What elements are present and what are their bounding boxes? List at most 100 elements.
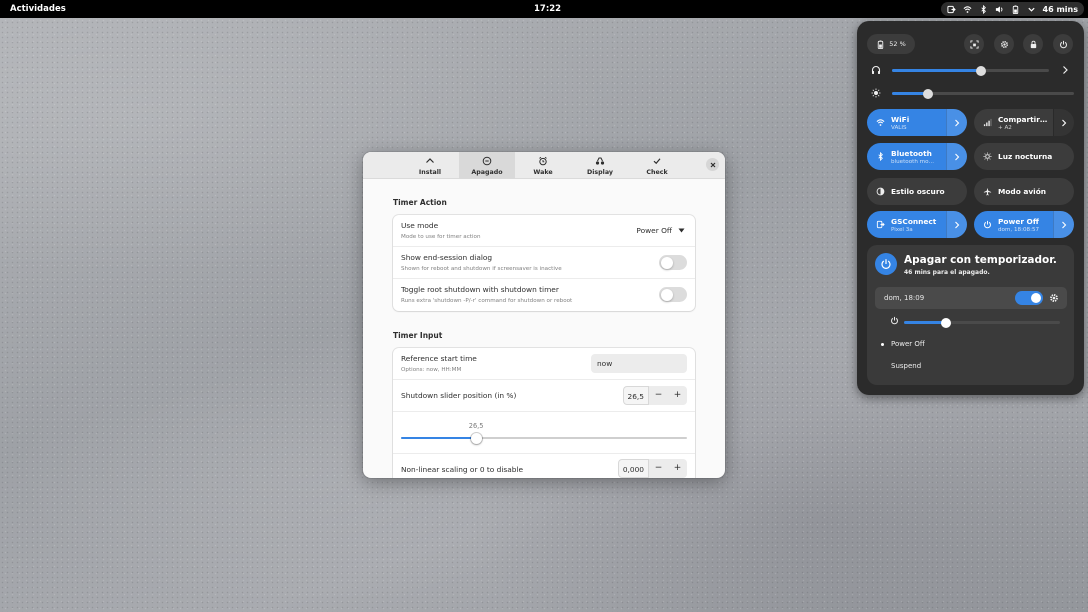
volume-slider[interactable] <box>892 69 1049 72</box>
slider-value-label: 26,5 <box>468 422 484 430</box>
gsconnect-icon <box>876 220 885 229</box>
clock[interactable]: 17:22 <box>534 4 561 14</box>
dark-style-toggle-main[interactable]: Estilo oscuro <box>867 178 945 205</box>
system-indicators[interactable]: 46 mins <box>940 2 1084 16</box>
top-bar: Actividades 17:22 46 mins <box>0 0 1088 18</box>
night-light-toggle-main[interactable]: Luz nocturna <box>974 143 1052 170</box>
bluetooth-menu-arrow[interactable] <box>946 143 967 170</box>
timer-schedule-label: dom, 18:09 <box>884 294 925 302</box>
tile-title: WiFi <box>891 114 910 124</box>
power-off-timer-toggle-main[interactable]: Power Off dom, 18:08:57 <box>974 211 1039 238</box>
airplane-mode-toggle[interactable]: Modo avión <box>974 178 1074 205</box>
wifi-menu-arrow[interactable] <box>946 109 967 136</box>
volume-icon <box>995 5 1002 13</box>
power-icon <box>891 316 898 325</box>
chevron-right-icon <box>955 221 960 228</box>
timer-title: Apagar con temporizador. <box>904 254 1057 266</box>
power-off-timer-menu-arrow[interactable] <box>1053 211 1074 238</box>
activities-button[interactable]: Actividades <box>10 4 66 14</box>
reference-start-title: Reference start time <box>401 354 477 363</box>
shutdown-slider[interactable] <box>401 437 687 439</box>
tab-label: Display <box>587 169 613 176</box>
nonlinear-value[interactable]: 0,000 <box>617 459 649 478</box>
battery-icon <box>878 39 884 49</box>
settings-content[interactable]: Timer Action Use mode Mode to use for ti… <box>363 179 725 478</box>
screen-share-icon <box>946 5 956 13</box>
battery-time-label: 46 mins <box>1042 4 1078 14</box>
brightness-slider-knob[interactable] <box>923 88 934 99</box>
battery-pill[interactable]: 52 % <box>867 34 915 54</box>
tile-subtitle: + A2 <box>998 124 1012 131</box>
tile-title: Luz nocturna <box>998 152 1053 161</box>
use-mode-row[interactable]: Use mode Mode to use for timer action Po… <box>393 215 695 247</box>
volume-slider-knob[interactable] <box>976 65 987 76</box>
airplane-mode-toggle-main[interactable]: Modo avión <box>974 178 1046 205</box>
slider-knob[interactable] <box>471 432 483 444</box>
gsconnect-toggle-main[interactable]: GSConnect Pixel 3a <box>867 211 936 238</box>
increment-button[interactable]: + <box>668 386 687 405</box>
tile-title: Bluetooth <box>891 148 932 158</box>
wifi-toggle-main[interactable]: WiFi VALIS <box>867 109 909 136</box>
close-button[interactable] <box>706 158 719 171</box>
use-mode-dropdown[interactable]: Power Off <box>636 226 685 235</box>
settings-button[interactable] <box>994 34 1014 54</box>
power-menu-button[interactable] <box>1053 34 1073 54</box>
timer-slider[interactable] <box>904 321 1060 324</box>
timer-slider-knob[interactable] <box>941 317 952 328</box>
lock-button[interactable] <box>1023 34 1043 54</box>
root-shutdown-switch[interactable] <box>659 287 687 302</box>
bluetooth-toggle[interactable]: Bluetooth bluetooth mo… <box>867 143 967 170</box>
timer-power-button[interactable] <box>875 253 897 275</box>
signal-icon <box>983 118 992 127</box>
chevron-right-icon <box>1062 119 1067 126</box>
compartir-toggle[interactable]: Compartir… + A2 <box>974 109 1074 136</box>
selected-indicator <box>881 343 884 346</box>
root-shutdown-subtitle: Runs extra 'shutdown -P/-r' command for … <box>401 298 573 304</box>
compartir-toggle-main[interactable]: Compartir… + A2 <box>974 109 1047 136</box>
root-shutdown-row[interactable]: Toggle root shutdown with shutdown timer… <box>393 279 695 311</box>
night-light-toggle[interactable]: Luz nocturna <box>974 143 1074 170</box>
tile-subtitle: VALIS <box>891 124 907 131</box>
slider-position-title: Shutdown slider position (in %) <box>401 391 517 400</box>
menu-item-power-off[interactable]: Power Off <box>891 340 925 348</box>
timer-input-heading: Timer Input <box>393 331 443 340</box>
chevron-up-icon <box>426 158 434 163</box>
tab-wake[interactable]: Wake <box>515 152 571 179</box>
gear-icon[interactable] <box>1049 293 1059 303</box>
use-mode-value: Power Off <box>636 226 672 235</box>
gsconnect-toggle[interactable]: GSConnect Pixel 3a <box>867 211 967 238</box>
wifi-icon <box>876 119 885 126</box>
screenshot-button[interactable] <box>964 34 984 54</box>
timer-schedule-row[interactable]: dom, 18:09 <box>875 287 1067 309</box>
decrement-button[interactable]: − <box>649 459 668 478</box>
check-icon <box>653 158 661 165</box>
lock-icon <box>1030 40 1036 48</box>
gsconnect-menu-arrow[interactable] <box>946 211 967 238</box>
dark-style-toggle[interactable]: Estilo oscuro <box>867 178 967 205</box>
slider-position-spinbutton[interactable]: 26,5 − + <box>622 386 687 405</box>
bluetooth-toggle-main[interactable]: Bluetooth bluetooth mo… <box>867 143 934 170</box>
menu-item-suspend[interactable]: Suspend <box>891 362 921 370</box>
wifi-toggle[interactable]: WiFi VALIS <box>867 109 967 136</box>
reference-start-input[interactable]: now <box>591 354 687 373</box>
tab-check[interactable]: Check <box>629 152 685 179</box>
timer-slider-fill <box>904 321 947 324</box>
tab-install[interactable]: Install <box>402 152 458 179</box>
increment-button[interactable]: + <box>668 459 687 478</box>
tab-apagado[interactable]: Apagado <box>459 152 515 179</box>
nonlinear-spinbutton[interactable]: 0,000 − + <box>617 459 687 478</box>
tab-label: Apagado <box>471 169 503 176</box>
brightness-slider[interactable] <box>892 92 1074 95</box>
compartir-menu-arrow[interactable] <box>1053 109 1074 136</box>
end-session-row[interactable]: Show end-session dialog Shown for reboot… <box>393 247 695 279</box>
timer-schedule-switch[interactable] <box>1015 291 1043 305</box>
nonlinear-title: Non-linear scaling or 0 to disable <box>401 465 524 474</box>
tab-display[interactable]: Display <box>572 152 628 179</box>
end-session-switch[interactable] <box>659 255 687 270</box>
slider-row: 26,5 <box>393 412 695 454</box>
slider-position-value[interactable]: 26,5 <box>622 386 649 405</box>
power-off-timer-toggle[interactable]: Power Off dom, 18:08:57 <box>974 211 1074 238</box>
chevron-right-icon[interactable] <box>1060 65 1070 75</box>
decrement-button[interactable]: − <box>649 386 668 405</box>
headphones-icon <box>871 65 881 74</box>
